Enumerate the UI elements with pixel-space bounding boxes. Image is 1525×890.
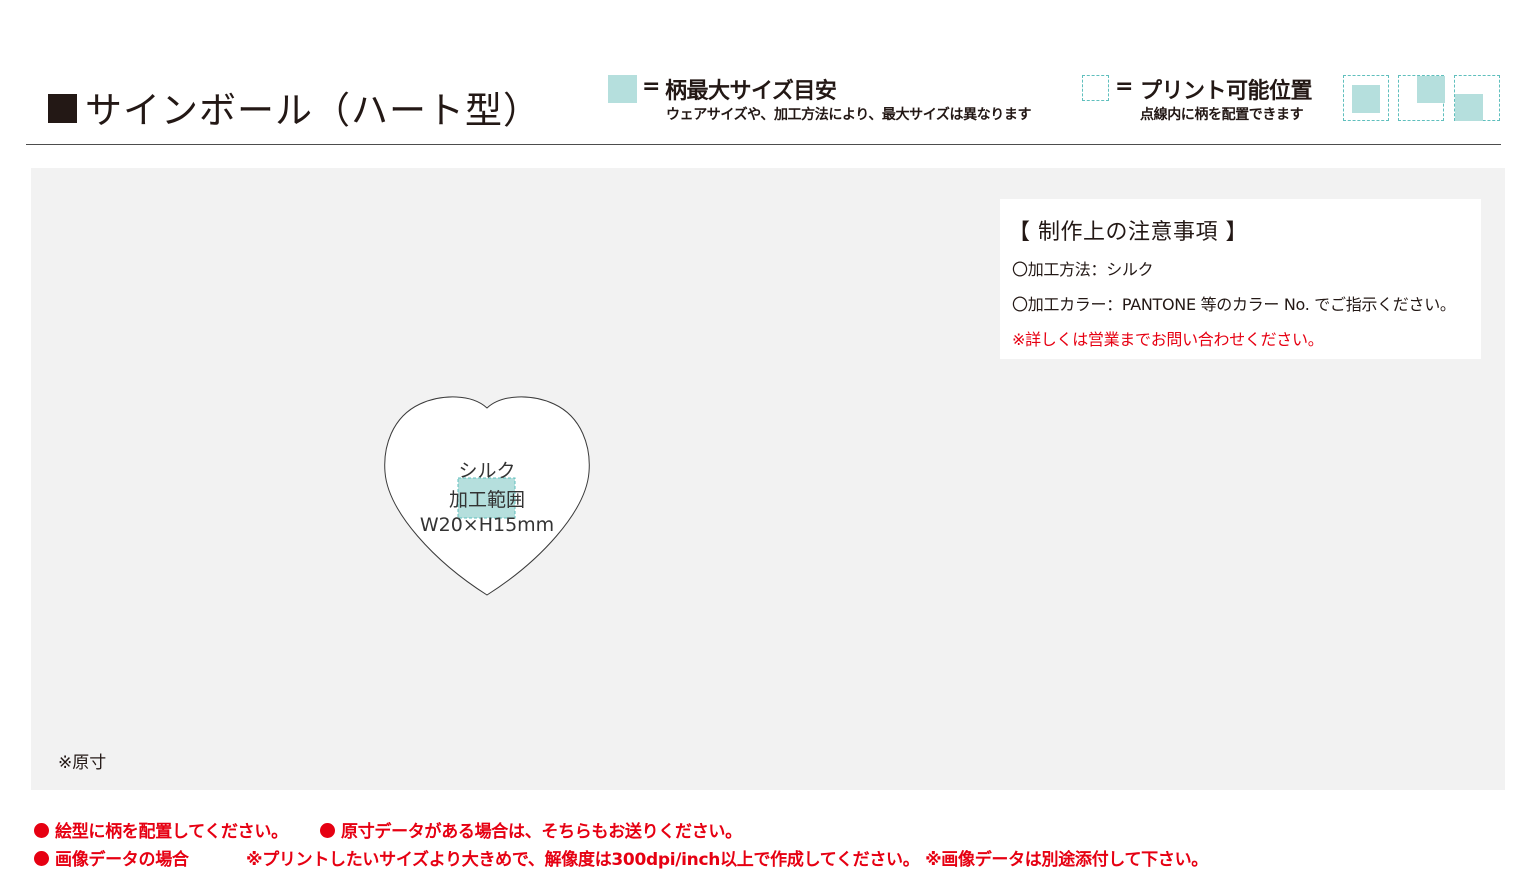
position-example-bottom — [1454, 75, 1500, 121]
print-area-note: 点線内に柄を配置できます — [1140, 107, 1304, 123]
heart-size-label: W20×H15mm — [419, 514, 555, 536]
actual-size-note: ※原寸 — [58, 753, 107, 773]
header-divider — [26, 144, 1501, 145]
footer-line-2a: 画像データの場合 — [34, 845, 189, 870]
footer-line-1b: 原寸データがある場合は、そちらもお送りください。 — [320, 817, 742, 842]
print-area-label: プリント可能位置 — [1140, 79, 1313, 104]
max-size-swatch — [608, 75, 637, 103]
heart-method-label: シルク — [458, 460, 516, 482]
notes-method: 〇加工方法：シルク — [1012, 260, 1154, 279]
bullet-dot-icon — [320, 823, 335, 838]
footer-line-2b: ※プリントしたいサイズより大きめで、解像度は300dpi/inch以上で作成して… — [246, 850, 1208, 870]
max-size-note: ウェアサイズや、加工方法により、最大サイズは異なります — [666, 107, 1032, 123]
notes-title: 【 制作上の注意事項 】 — [1008, 220, 1248, 245]
title-bullet-icon — [48, 93, 77, 123]
max-size-label: 柄最大サイズ目安 — [665, 79, 837, 104]
position-example-center — [1343, 75, 1389, 121]
page-title-text: サインボール（ハート型） — [85, 89, 541, 132]
notes-warning: ※詳しくは営業までお問い合わせください。 — [1012, 330, 1324, 349]
print-area-equals: = — [1115, 74, 1134, 99]
bullet-dot-icon — [34, 823, 49, 838]
print-area-dashed-swatch — [1082, 75, 1109, 101]
footer-line-1a: 絵型に柄を配置してください。 — [34, 817, 288, 842]
heart-area-label: 加工範囲 — [448, 489, 525, 511]
position-example-top — [1398, 75, 1445, 121]
bullet-dot-icon — [34, 851, 49, 866]
max-size-equals: = — [642, 74, 661, 99]
page-title: サインボール（ハート型） — [48, 82, 541, 132]
notes-color: 〇加工カラー：PANTONE 等のカラー No. でご指示ください。 — [1012, 295, 1456, 314]
